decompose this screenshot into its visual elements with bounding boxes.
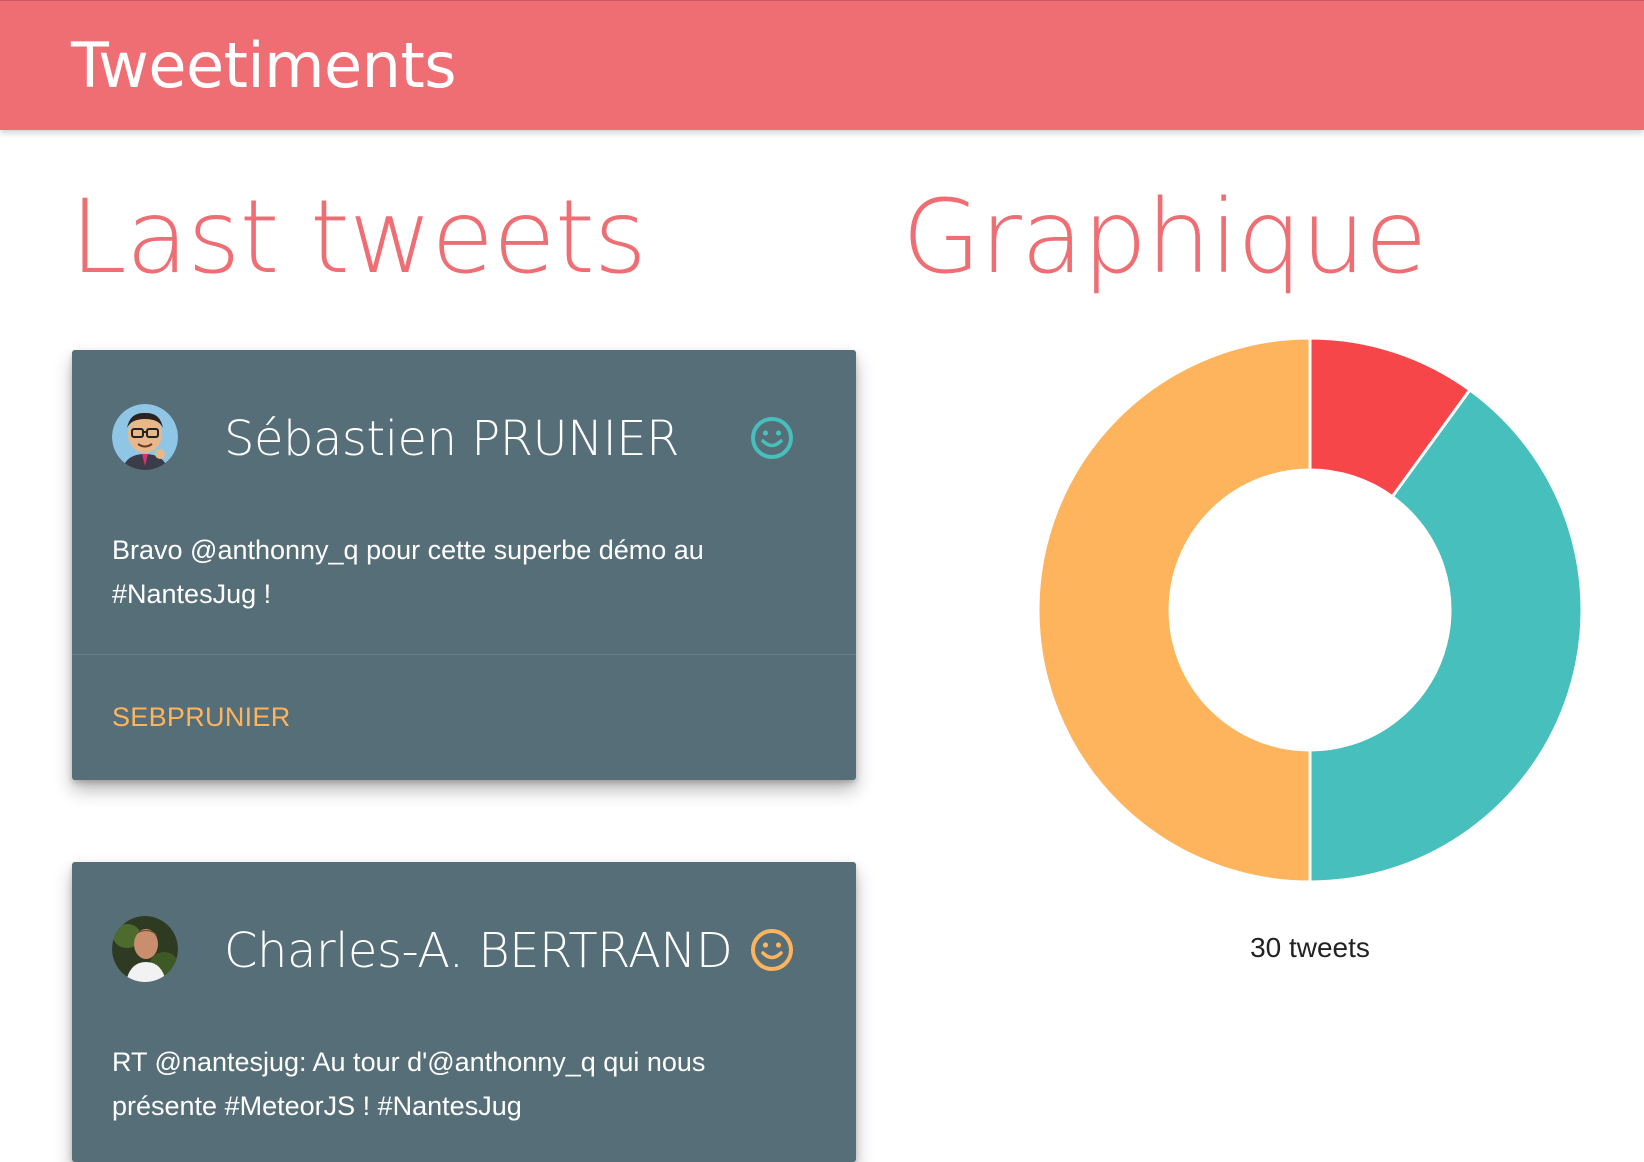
- chart-caption: 30 tweets: [1250, 932, 1370, 963]
- photo-avatar-icon: [112, 916, 178, 982]
- tweet-text: Bravo @anthonny_q pour cette superbe dém…: [112, 535, 704, 609]
- sentiment-doughnut-chart: [1036, 336, 1584, 884]
- app-brand[interactable]: Tweetiments: [71, 31, 457, 101]
- tweet-author-handle-link[interactable]: SEBPRUNIER: [112, 700, 291, 734]
- cartoon-avatar-icon: [112, 404, 178, 470]
- tweet-text: RT @nantesjug: Au tour d'@anthonny_q qui…: [112, 1047, 706, 1121]
- tweet-author: Sébastien PRUNIER: [224, 411, 679, 467]
- tweet-author: Charles-A. BERTRAND: [224, 923, 733, 979]
- tweet-card: Charles-A. BERTRAND RT @nantesjug: Au to…: [72, 862, 856, 1162]
- tweet-card: Sébastien PRUNIER Bravo @anthonny_q pour…: [72, 350, 856, 780]
- graph-heading: Graphique: [902, 178, 1427, 297]
- card-divider: [72, 654, 856, 655]
- smiley-icon: [750, 416, 794, 460]
- smiley-icon: [750, 928, 794, 972]
- chart-slice-2[interactable]: [1036, 336, 1312, 884]
- last-tweets-heading: Last tweets: [70, 178, 647, 297]
- top-navbar: Tweetiments: [0, 0, 1644, 130]
